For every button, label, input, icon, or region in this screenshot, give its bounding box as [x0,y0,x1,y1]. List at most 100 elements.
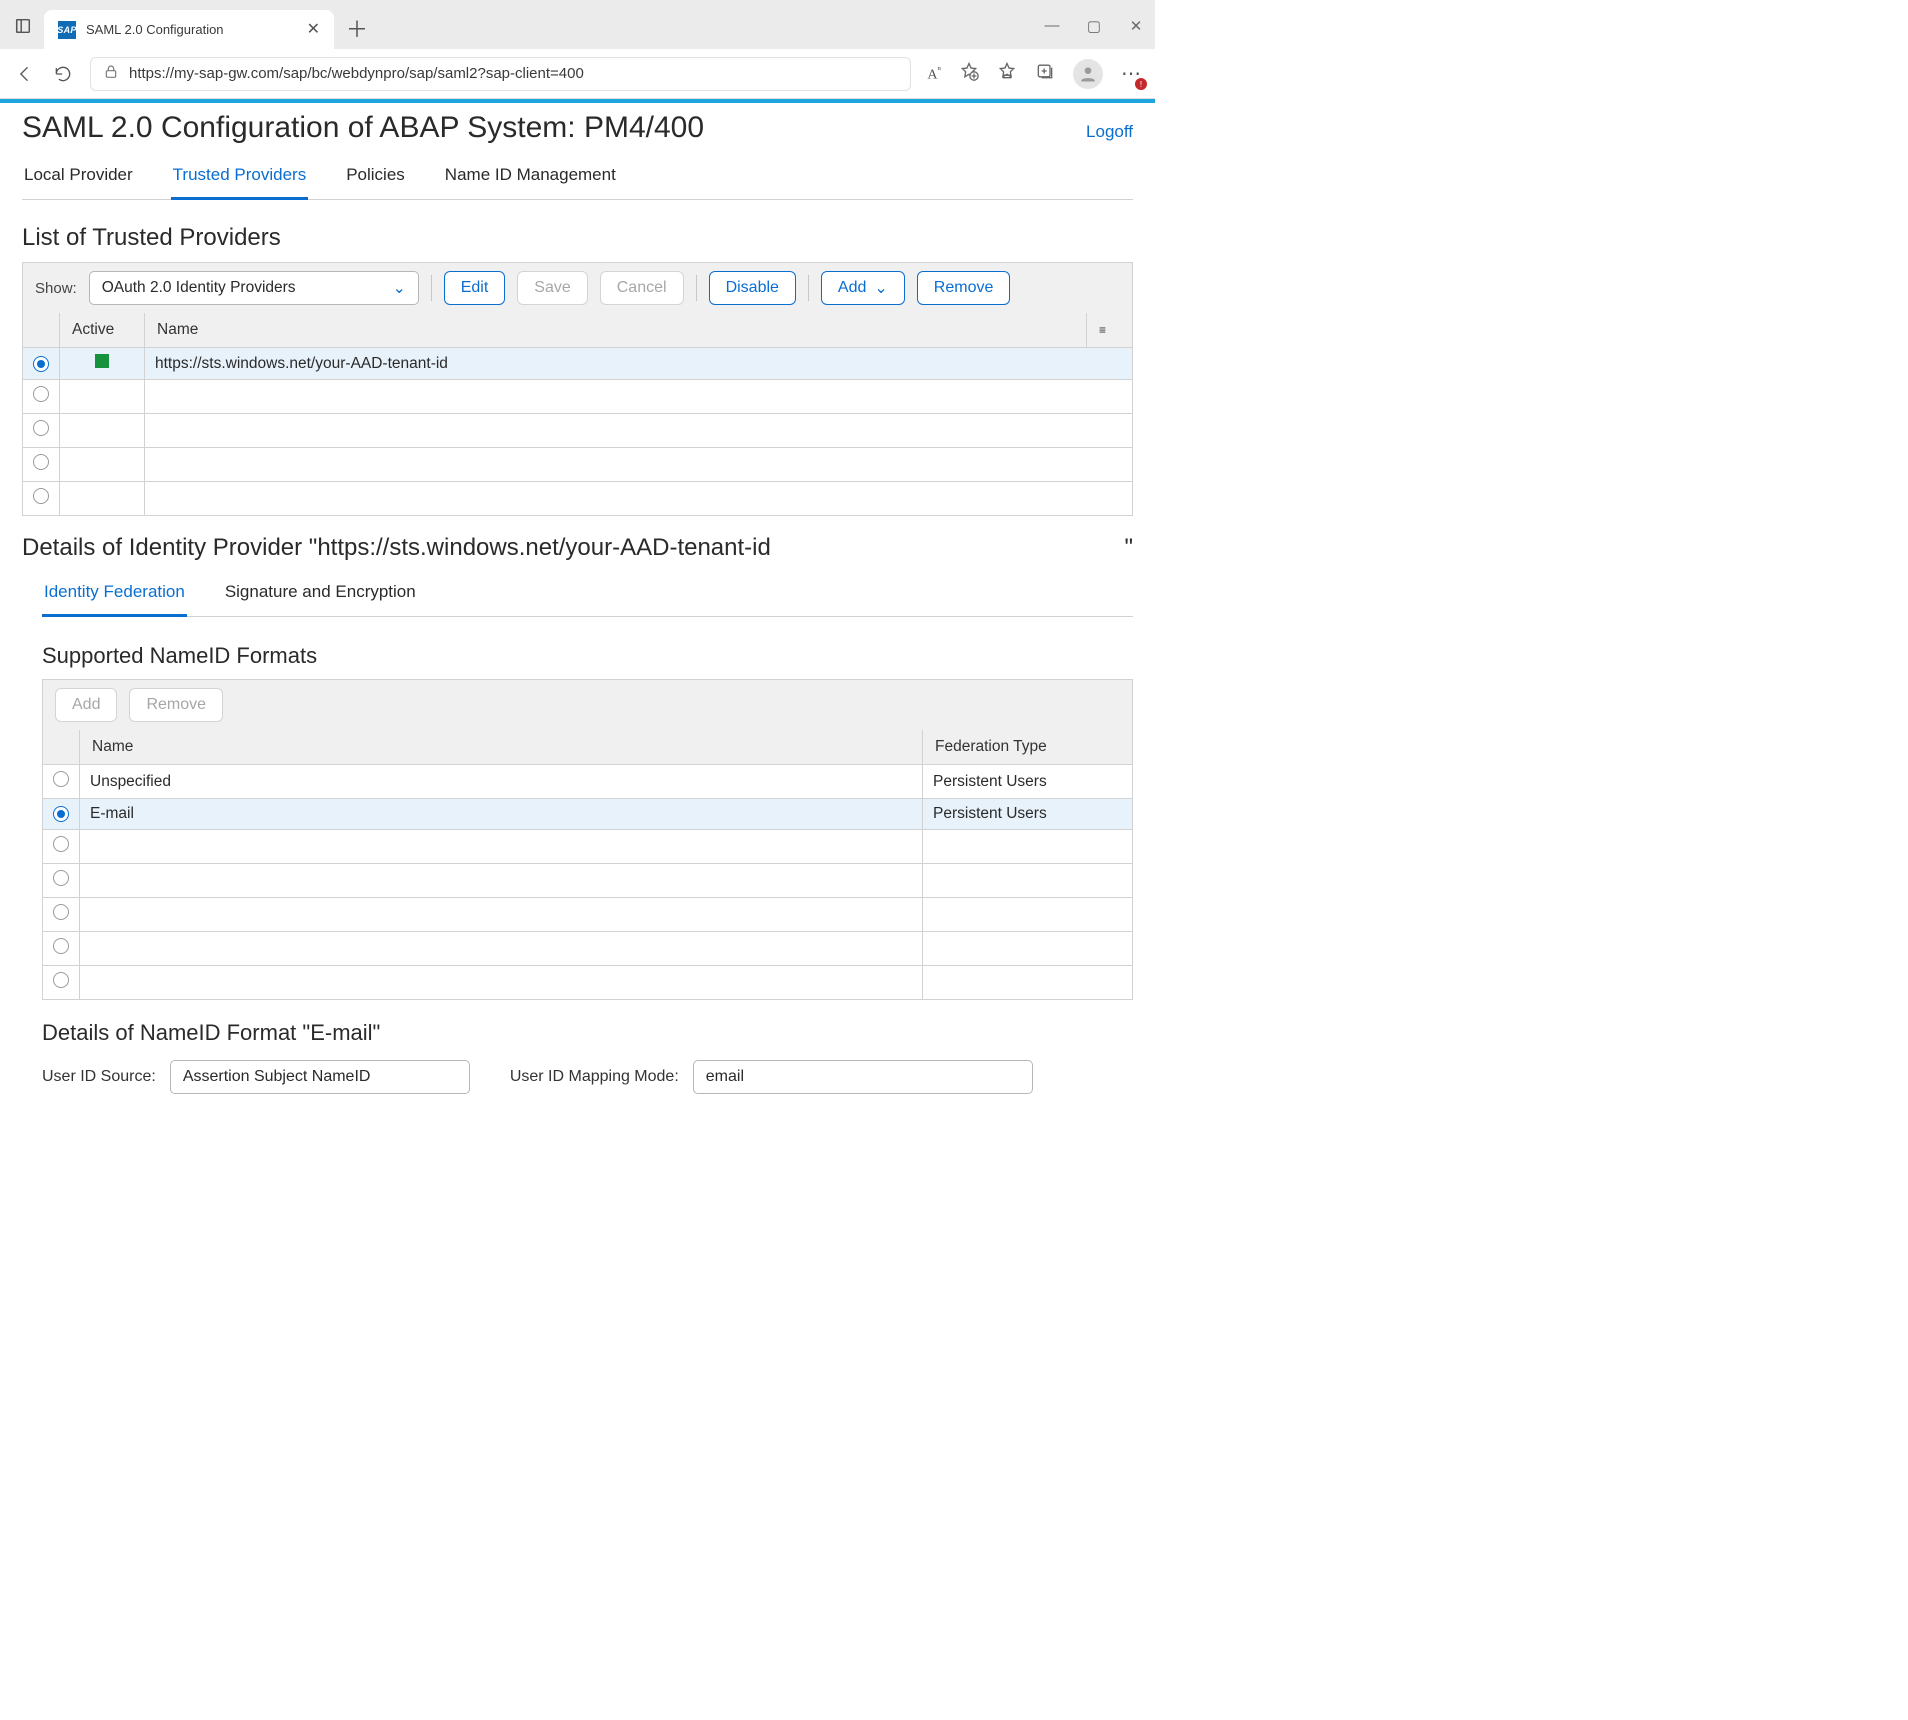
mapping-label: User ID Mapping Mode: [510,1068,679,1086]
cancel-button: Cancel [600,271,684,305]
row-radio[interactable] [33,386,49,402]
table-row-empty[interactable] [43,932,1133,966]
main-tabs: Local Provider Trusted Providers Policies N… [22,155,1133,200]
back-icon[interactable] [14,63,36,85]
close-window-icon[interactable]: ✕ [1127,17,1145,35]
row-radio[interactable] [33,454,49,470]
row-radio[interactable] [53,938,69,954]
nameid-fed: Persistent Users [923,799,1133,830]
add-button[interactable]: Add ⌄ [821,271,905,305]
nameid-remove-button: Remove [129,688,223,722]
table-row-empty[interactable] [43,898,1133,932]
nameid-name: E-mail [80,799,923,830]
logoff-link[interactable]: Logoff [1086,122,1133,142]
browser-tab[interactable]: SAP SAML 2.0 Configuration ✕ [44,10,334,49]
subtab-identity-federation[interactable]: Identity Federation [42,572,187,617]
address-bar: https://my-sap-gw.com/sap/bc/webdynpro/s… [0,49,1155,99]
add-button-label: Add [838,279,866,297]
read-aloud-icon[interactable]: Aⁿ [927,64,941,84]
table-row[interactable]: UnspecifiedPersistent Users [43,765,1133,799]
trusted-toolbar: Show: OAuth 2.0 Identity Providers ⌄ Edi… [22,262,1133,313]
sap-favicon-icon: SAP [58,21,76,39]
tab-local-provider[interactable]: Local Provider [22,155,135,200]
table-row-empty[interactable] [43,830,1133,864]
row-radio[interactable] [53,972,69,988]
separator [808,275,809,301]
table-row[interactable]: https://sts.windows.net/your-AAD-tenant-… [23,348,1133,380]
minimize-icon[interactable]: — [1043,17,1061,35]
nameid-toolbar: Add Remove [42,679,1133,730]
url-text: https://my-sap-gw.com/sap/bc/webdynpro/s… [129,65,584,82]
nameid-title: Supported NameID Formats [42,643,1133,669]
nameid-detail-title: Details of NameID Format "E-mail" [42,1020,1133,1046]
show-select[interactable]: OAuth 2.0 Identity Providers ⌄ [89,271,419,305]
tab-name-id-management[interactable]: Name ID Management [443,155,618,200]
row-radio[interactable] [33,420,49,436]
browser-tab-title: SAML 2.0 Configuration [86,22,297,37]
separator [696,275,697,301]
table-row-empty[interactable] [23,482,1133,516]
detail-tabs: Identity Federation Signature and Encrypt… [42,572,1133,617]
trusted-providers-table: Active Name ≡ https://sts.windows.net/yo… [22,313,1133,516]
tab-trusted-providers[interactable]: Trusted Providers [171,155,309,200]
lock-icon [103,64,119,84]
subtab-signature-and-encryption[interactable]: Signature and Encryption [223,572,418,617]
new-tab-button[interactable]: ＋ [342,13,372,43]
table-row-empty[interactable] [43,966,1133,1000]
table-row-empty[interactable] [23,448,1133,482]
row-radio[interactable] [53,806,69,822]
nameid-name: Unspecified [80,765,923,799]
tab-close-icon[interactable]: ✕ [307,22,320,38]
active-indicator-icon [95,354,109,368]
row-radio[interactable] [53,771,69,787]
star-add-icon[interactable] [959,61,979,86]
col-sort-icon[interactable]: ≡ [1087,313,1133,348]
favorites-icon[interactable] [997,61,1017,86]
nameid-detail-form: User ID Source: User ID Mapping Mode: [42,1060,1133,1094]
remove-button[interactable]: Remove [917,271,1011,305]
row-radio[interactable] [53,870,69,886]
nameid-table: Name Federation Type UnspecifiedPersiste… [42,730,1133,1000]
maximize-icon[interactable]: ▢ [1085,17,1103,35]
edit-button[interactable]: Edit [444,271,506,305]
row-radio[interactable] [33,356,49,372]
tab-actions-icon[interactable] [10,13,36,39]
col-select [23,313,60,348]
table-row[interactable]: E-mailPersistent Users [43,799,1133,830]
col-fed-type[interactable]: Federation Type [923,730,1133,765]
url-field[interactable]: https://my-sap-gw.com/sap/bc/webdynpro/s… [90,57,911,91]
show-select-value: OAuth 2.0 Identity Providers [102,279,296,297]
refresh-icon[interactable] [52,63,74,85]
page-title: SAML 2.0 Configuration of ABAP System: P… [22,111,704,145]
trusted-providers-title: List of Trusted Providers [22,224,1133,252]
row-radio[interactable] [53,904,69,920]
nameid-fed: Persistent Users [923,765,1133,799]
chevron-down-icon: ⌄ [874,278,887,298]
user-id-mapping-field[interactable] [693,1060,1033,1094]
source-label: User ID Source: [42,1068,156,1086]
table-row-empty[interactable] [43,864,1133,898]
details-title: Details of Identity Provider "https://st… [22,534,1133,562]
save-button: Save [517,271,587,305]
profile-avatar[interactable] [1073,59,1103,89]
col-active[interactable]: Active [60,313,145,348]
window-controls: — ▢ ✕ [1043,17,1145,35]
browser-tab-strip: SAP SAML 2.0 Configuration ✕ ＋ — ▢ ✕ [0,0,1155,49]
more-menu-icon[interactable]: ⋯! [1121,61,1141,86]
nameid-add-button: Add [55,688,117,722]
disable-button[interactable]: Disable [709,271,796,305]
table-row-empty[interactable] [23,380,1133,414]
user-id-source-field[interactable] [170,1060,470,1094]
row-radio[interactable] [33,488,49,504]
tab-policies[interactable]: Policies [344,155,407,200]
col-name[interactable]: Name [145,313,1087,348]
col-nameid-name[interactable]: Name [80,730,923,765]
chevron-down-icon: ⌄ [393,279,406,298]
collections-icon[interactable] [1035,61,1055,86]
col-select [43,730,80,765]
row-radio[interactable] [53,836,69,852]
separator [431,275,432,301]
table-row-empty[interactable] [23,414,1133,448]
show-label: Show: [35,280,77,297]
provider-name: https://sts.windows.net/your-AAD-tenant-… [145,348,1133,380]
